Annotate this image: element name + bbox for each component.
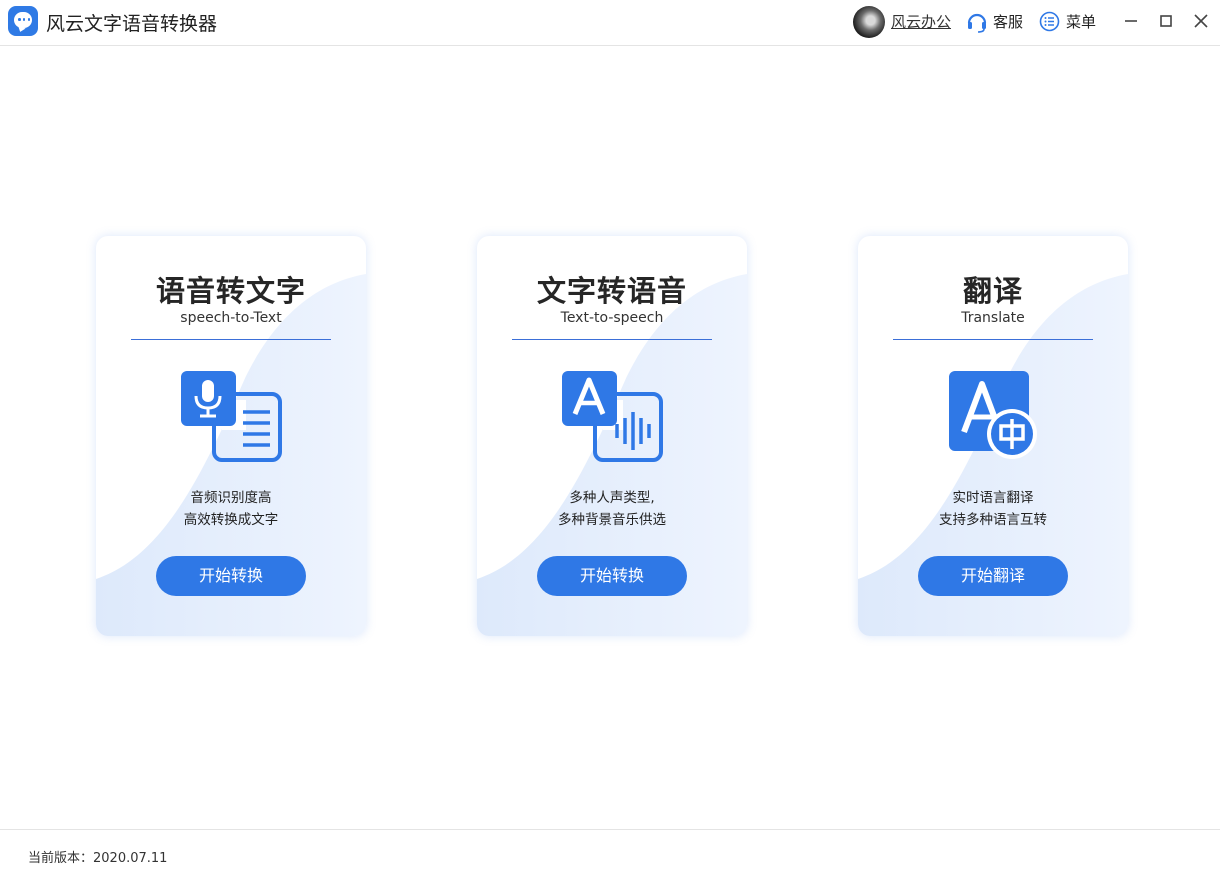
text-to-audio-icon bbox=[562, 371, 663, 462]
close-icon[interactable] bbox=[1190, 10, 1212, 32]
card-translate: 翻译 Translate 实时语言翻译 支持多种语言互转 开始翻译 bbox=[858, 236, 1128, 636]
card-subtitle: speech-to-Text bbox=[180, 310, 282, 326]
user-name-link[interactable]: 风云办公 bbox=[891, 11, 951, 32]
version-label: 当前版本：2020.07.11 bbox=[28, 851, 168, 866]
card-desc-line: 多种人声类型, bbox=[569, 490, 655, 506]
card-speech-to-text: 语音转文字 speech-to-Text 音频识别度高 高效转换成文字 开始转换 bbox=[96, 236, 366, 636]
card-subtitle: Translate bbox=[961, 310, 1025, 326]
app-logo-icon bbox=[8, 6, 38, 36]
headset-icon[interactable] bbox=[966, 11, 988, 33]
card-desc-line: 支持多种语言互转 bbox=[939, 512, 1047, 528]
user-avatar[interactable] bbox=[853, 6, 885, 38]
menu-button[interactable]: 菜单 bbox=[1066, 11, 1096, 32]
card-title: 语音转文字 bbox=[155, 274, 306, 308]
card-divider bbox=[131, 339, 331, 340]
card-description: 音频识别度高 高效转换成文字 bbox=[96, 487, 366, 531]
card-subtitle: Text-to-speech bbox=[560, 310, 664, 326]
customer-service-button[interactable]: 客服 bbox=[993, 11, 1023, 32]
title-bar: 风云文字语音转换器 风云办公 客服 菜单 bbox=[0, 0, 1220, 46]
card-description: 实时语言翻译 支持多种语言互转 bbox=[858, 487, 1128, 531]
start-translate-button[interactable]: 开始翻译 bbox=[918, 556, 1068, 596]
start-text-to-speech-button[interactable]: 开始转换 bbox=[537, 556, 687, 596]
card-desc-line: 高效转换成文字 bbox=[183, 512, 279, 528]
card-divider bbox=[893, 339, 1093, 340]
card-desc-line: 多种背景音乐供选 bbox=[558, 512, 666, 528]
start-speech-to-text-button[interactable]: 开始转换 bbox=[156, 556, 306, 596]
menu-list-icon[interactable] bbox=[1039, 11, 1060, 32]
translate-icon bbox=[949, 371, 1037, 459]
status-footer: 当前版本：2020.07.11 bbox=[0, 829, 1220, 871]
card-divider bbox=[512, 339, 712, 340]
maximize-icon[interactable] bbox=[1155, 10, 1177, 32]
mic-to-document-icon bbox=[181, 371, 282, 462]
minimize-icon[interactable] bbox=[1120, 10, 1142, 32]
card-desc-line: 音频识别度高 bbox=[190, 490, 272, 506]
app-title: 风云文字语音转换器 bbox=[46, 13, 218, 35]
card-description: 多种人声类型, 多种背景音乐供选 bbox=[477, 487, 747, 531]
card-text-to-speech: 文字转语音 Text-to-speech 多种人声类型, 多种背景音乐供选 开始… bbox=[477, 236, 747, 636]
card-title: 文字转语音 bbox=[536, 274, 687, 308]
card-desc-line: 实时语言翻译 bbox=[952, 490, 1034, 506]
card-title: 翻译 bbox=[962, 274, 1023, 308]
